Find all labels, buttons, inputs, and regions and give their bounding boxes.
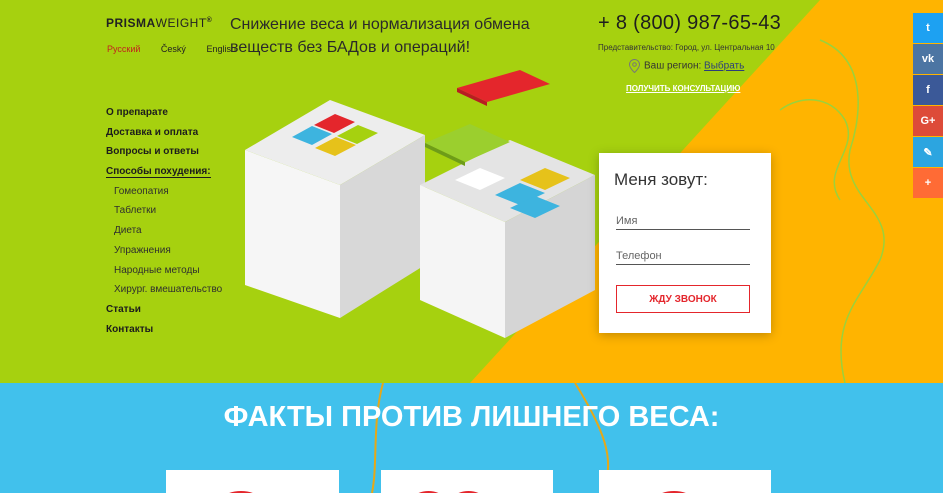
nav-subitem-label: Гомеопатия — [114, 185, 169, 197]
product-box-closed — [245, 100, 425, 318]
nav-item-label: Способы похудения: — [106, 166, 211, 179]
nav-item-methods[interactable]: Способы похудения: — [106, 166, 222, 186]
office-address: Представительство: Город, ул. Центральна… — [598, 43, 775, 52]
twitter-glyph: t — [926, 22, 930, 34]
google-plus-icon[interactable]: G+ — [913, 106, 943, 136]
nav-item-label: О препарате — [106, 107, 168, 118]
tagline: Снижение веса и нормализация обмена веще… — [230, 16, 530, 56]
nav-item-label: Статьи — [106, 303, 141, 315]
nav-subitem-label: Таблетки — [114, 205, 157, 217]
hero-section: PRISMAWEIGHT® Русский Český English Сниж… — [0, 0, 943, 383]
nav-item-delivery[interactable]: Доставка и оплата — [106, 127, 222, 147]
nav-item-label: Контакты — [106, 323, 154, 335]
clip-icon[interactable]: ✎ — [913, 137, 943, 167]
google-plus-glyph: G+ — [920, 115, 936, 127]
twitter-icon[interactable]: t — [913, 13, 943, 43]
nav-item-articles[interactable]: Статьи — [106, 304, 222, 324]
form-title: Меня зовут: — [614, 170, 708, 189]
fact-card-arc — [418, 491, 479, 493]
fact-card — [599, 470, 771, 493]
vk-glyph: vk — [921, 53, 935, 65]
region-select-link[interactable]: Выбрать — [704, 61, 744, 72]
fact-card-arc — [662, 491, 686, 493]
facebook-glyph: f — [926, 84, 930, 96]
phone-field[interactable] — [616, 247, 750, 265]
nav-subitem-surgery[interactable]: Хирург. вмешательство — [106, 284, 222, 304]
callback-form: Меня зовут: ЖДУ ЗВОНОК — [599, 153, 771, 333]
nav-subitem-label: Хирург. вмешательство — [114, 284, 223, 296]
phone-number[interactable]: + 8 (800) 987-65-43 — [598, 12, 781, 35]
vk-icon[interactable]: vk — [913, 44, 943, 74]
facebook-icon[interactable]: f — [913, 75, 943, 105]
nav-subitem-label: Упражнения — [114, 244, 171, 256]
lang-russian[interactable]: Русский — [107, 44, 140, 54]
nav-subitem-diet[interactable]: Диета — [106, 225, 222, 245]
nav-subitem-label: Народные методы — [114, 264, 200, 276]
fact-card — [166, 470, 339, 493]
nav-subitem-homeopathy[interactable]: Гомеопатия — [106, 186, 222, 206]
nav-subitem-label: Диета — [114, 225, 142, 237]
nav-item-faq[interactable]: Вопросы и ответы — [106, 146, 222, 166]
region-label: Ваш регион: — [644, 60, 702, 72]
clip-glyph: ✎ — [923, 146, 933, 159]
fact-card-arc — [229, 491, 253, 493]
callback-button[interactable]: ЖДУ ЗВОНОК — [616, 285, 750, 313]
nav-subitem-pills[interactable]: Таблетки — [106, 205, 222, 225]
logo[interactable]: PRISMAWEIGHT® — [106, 16, 212, 30]
plus-glyph: + — [924, 177, 932, 189]
logo-bold-text: PRISMA — [106, 16, 156, 30]
map-pin-icon — [629, 59, 640, 73]
fact-card — [381, 470, 553, 493]
facts-title: ФАКТЫ ПРОТИВ ЛИШНЕГО ВЕСА: — [223, 401, 720, 433]
plus-icon[interactable]: + — [913, 168, 943, 198]
logo-light-text: WEIGHT — [155, 16, 207, 30]
facts-section: ФАКТЫ ПРОТИВ ЛИШНЕГО ВЕСА: — [0, 383, 943, 493]
lang-czech[interactable]: Český — [161, 44, 186, 54]
nav-item-label: Вопросы и ответы — [106, 146, 199, 158]
logo-registered-mark: ® — [206, 17, 213, 24]
region-selector: Ваш регион: Выбрать — [629, 59, 744, 73]
social-share-bar: t vk f G+ ✎ + — [913, 13, 943, 199]
name-field[interactable] — [616, 212, 750, 230]
floating-red-card — [457, 70, 550, 106]
consultation-link[interactable]: ПОЛУЧИТЬ КОНСУЛЬТАЦИЮ — [626, 84, 740, 93]
nav-item-about[interactable]: О препарате — [106, 107, 222, 127]
nav-subitem-folk[interactable]: Народные методы — [106, 265, 222, 285]
nav-item-contacts[interactable]: Контакты — [106, 324, 222, 344]
nav-subitem-exercise[interactable]: Упражнения — [106, 245, 222, 265]
main-nav: О препарате Доставка и оплата Вопросы и … — [106, 107, 222, 343]
nav-item-label: Доставка и оплата — [106, 126, 199, 138]
